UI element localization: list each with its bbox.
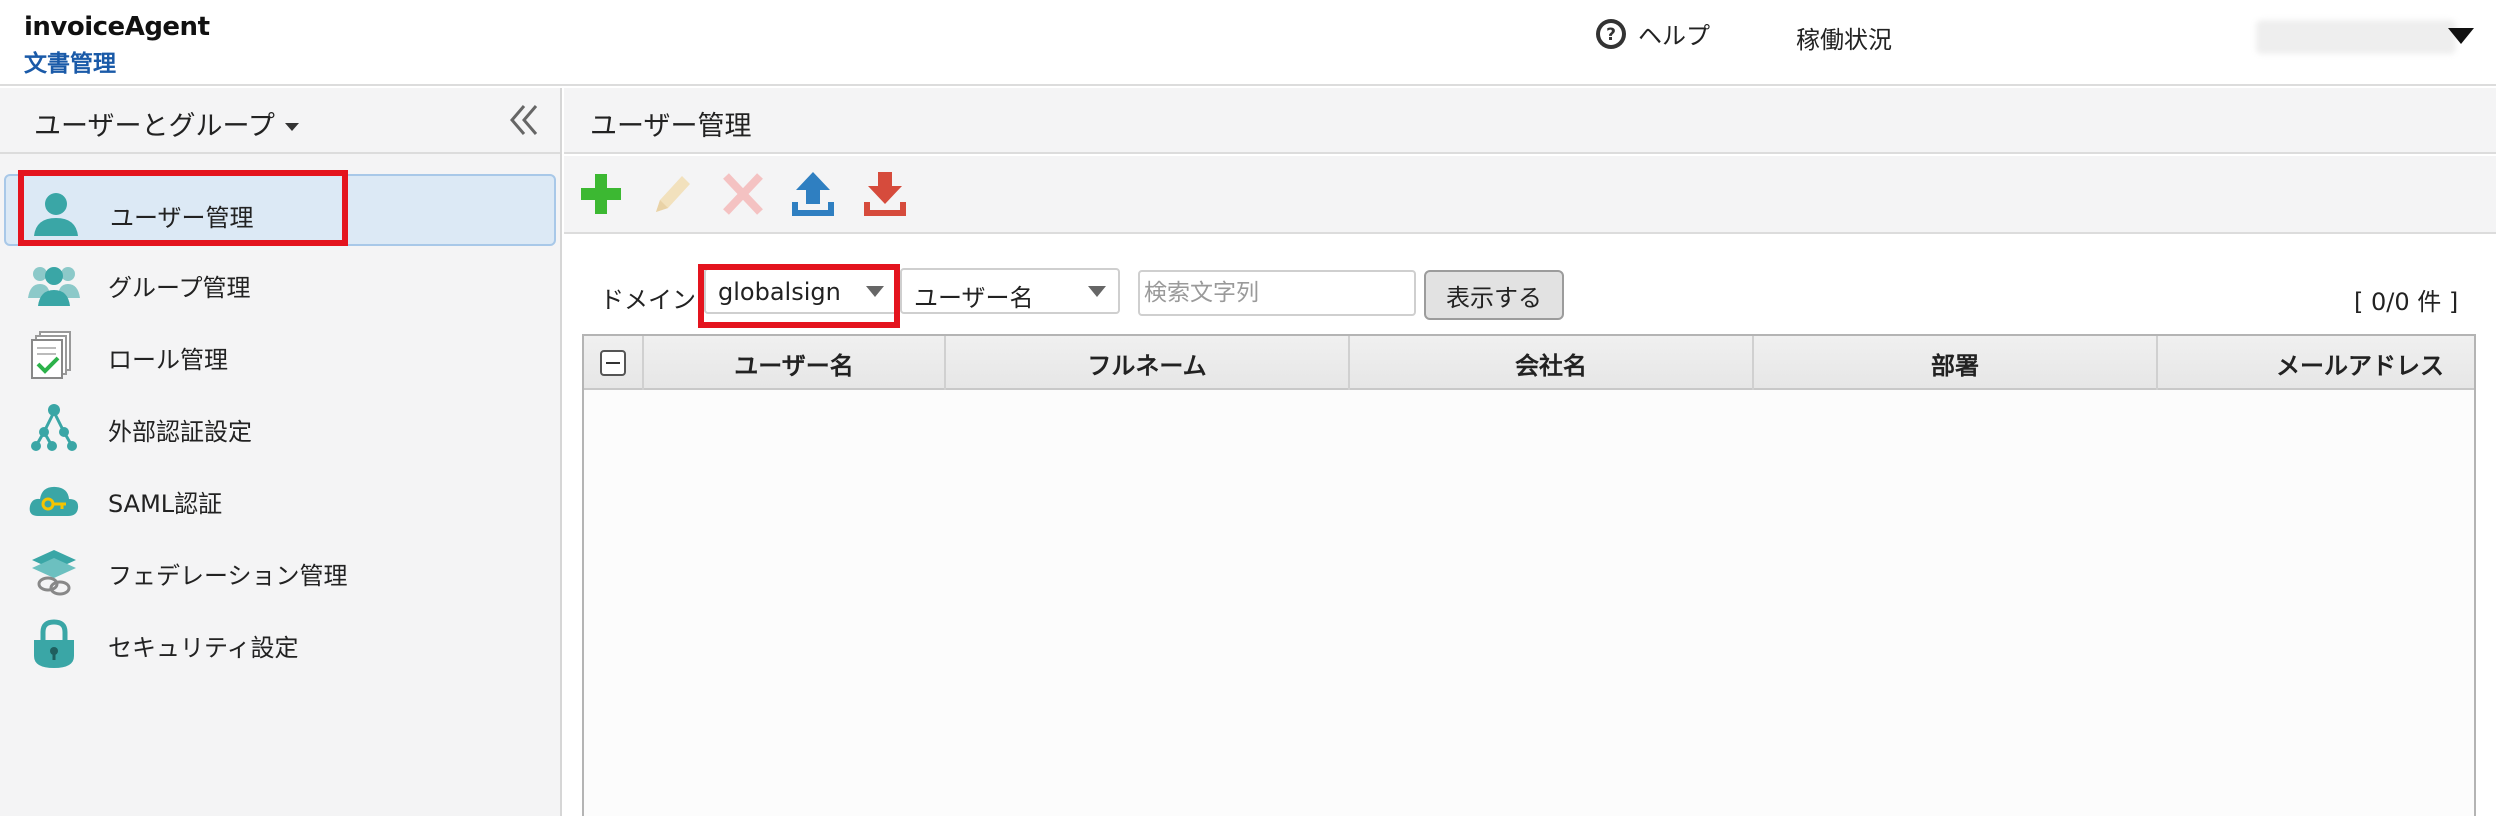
select-all-cell [584, 336, 644, 390]
column-header-username[interactable]: ユーザー名 [644, 336, 946, 390]
highlight-box-domain [698, 264, 900, 328]
sidebar-item-label: SAML認証 [108, 490, 223, 518]
user-table: ユーザー名 フルネーム 会社名 部署 メールアドレス [582, 334, 2476, 816]
search-field-value: ユーザー名 [914, 284, 1034, 312]
add-icon[interactable] [576, 168, 626, 220]
collapse-sidebar-icon[interactable] [506, 102, 542, 138]
delete-icon[interactable] [718, 168, 768, 220]
sidebar-item-role-management[interactable]: ロール管理 [0, 318, 560, 390]
federation-chain-icon [32, 550, 76, 596]
select-all-checkbox[interactable] [600, 350, 626, 376]
cloud-key-icon [29, 486, 79, 516]
sidebar-item-federation[interactable]: フェデレーション管理 [0, 534, 560, 606]
sidebar-item-label: グループ管理 [108, 274, 251, 302]
network-tree-icon [31, 404, 77, 451]
svg-text:?: ? [1606, 25, 1616, 45]
domain-label: ドメイン [600, 286, 696, 314]
column-header-company[interactable]: 会社名 [1350, 336, 1754, 390]
sidebar-item-label: セキュリティ設定 [108, 634, 299, 662]
sidebar-item-label: フェデレーション管理 [108, 562, 348, 590]
sidebar-item-external-auth[interactable]: 外部認証設定 [0, 390, 560, 462]
sidebar-category-dropdown[interactable]: ユーザーとグループ [34, 104, 299, 143]
chevron-down-icon [1088, 286, 1106, 297]
edit-icon[interactable] [646, 168, 696, 220]
chevron-down-icon [284, 122, 299, 131]
search-field-select[interactable]: ユーザー名 [900, 268, 1120, 314]
result-count: [ 0/0 件 ] [2354, 288, 2459, 316]
sidebar-menu: ユーザー管理 グループ管理 ロール管理 外部認証設定 SAML認証 フェデレーシ… [0, 174, 560, 678]
group-icon [28, 267, 80, 306]
sidebar-item-label: 外部認証設定 [108, 418, 252, 446]
page-title: ユーザー管理 [590, 111, 752, 142]
toolbar [564, 156, 2496, 234]
sidebar-header: ユーザーとグループ [0, 88, 560, 154]
app-logo-name[interactable]: invoiceAgent [24, 12, 210, 42]
show-button[interactable]: 表示する [1424, 270, 1564, 320]
table-header: ユーザー名 フルネーム 会社名 部署 メールアドレス [584, 336, 2474, 390]
role-documents-icon [31, 331, 71, 379]
highlight-box-user-management [18, 170, 348, 246]
help-link[interactable]: ? ヘルプ [1594, 16, 1710, 51]
column-header-fullname[interactable]: フルネーム [946, 336, 1350, 390]
status-link[interactable]: 稼働状況 [1796, 20, 1892, 55]
help-label: ヘルプ [1638, 22, 1710, 50]
sidebar-category-label: ユーザーとグループ [34, 111, 275, 142]
search-input[interactable] [1138, 270, 1416, 316]
app-logo-subtitle[interactable]: 文書管理 [24, 44, 116, 78]
sidebar-item-label: ロール管理 [108, 346, 228, 374]
column-header-department[interactable]: 部署 [1754, 336, 2158, 390]
download-icon[interactable] [860, 168, 910, 220]
sidebar-item-security[interactable]: セキュリティ設定 [0, 606, 560, 678]
app-header: invoiceAgent 文書管理 ? ヘルプ 稼働状況 [0, 0, 2496, 86]
sidebar-item-group-management[interactable]: グループ管理 [0, 246, 560, 318]
upload-icon[interactable] [788, 168, 838, 220]
user-account-name[interactable] [2256, 20, 2456, 54]
main-title-bar: ユーザー管理 [564, 88, 2496, 154]
lock-icon [34, 619, 74, 668]
sidebar-item-saml-auth[interactable]: SAML認証 [0, 462, 560, 534]
user-menu-caret-icon[interactable] [2448, 28, 2474, 44]
help-icon: ? [1596, 18, 1626, 49]
column-header-email[interactable]: メールアドレス [2158, 336, 2474, 390]
